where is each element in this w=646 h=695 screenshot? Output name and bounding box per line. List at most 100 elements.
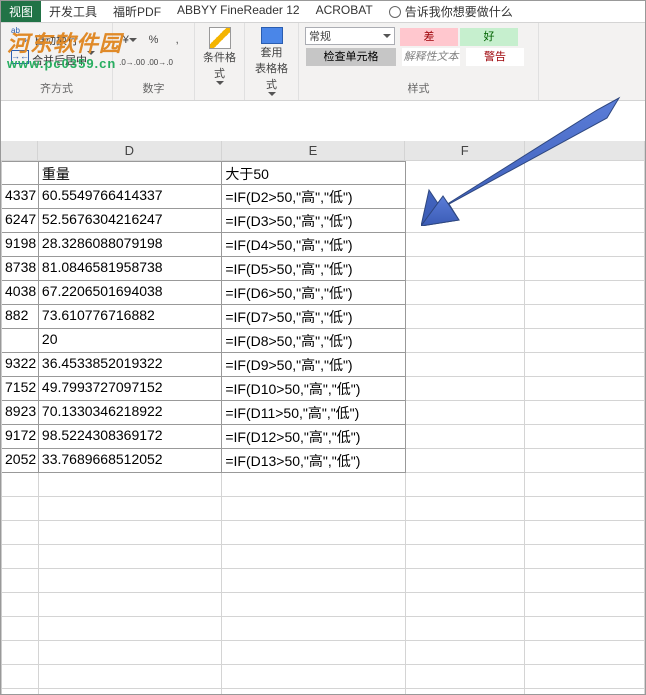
cell[interactable] xyxy=(406,641,526,665)
cell[interactable] xyxy=(406,281,526,305)
cell[interactable] xyxy=(222,521,405,545)
cell[interactable]: =IF(D5>50,"高","低") xyxy=(222,257,405,281)
cell[interactable] xyxy=(2,617,39,641)
tab-dev[interactable]: 开发工具 xyxy=(41,1,105,22)
cell[interactable] xyxy=(222,617,405,641)
col-header-d[interactable]: D xyxy=(38,141,222,160)
tell-me[interactable]: 告诉我你想要做什么 xyxy=(381,1,521,22)
cell[interactable]: =IF(D12>50,"高","低") xyxy=(222,425,405,449)
tab-abbyy[interactable]: ABBYY FineReader 12 xyxy=(169,1,308,22)
cell[interactable] xyxy=(525,233,645,257)
cell-e1[interactable]: 大于50 xyxy=(222,161,405,185)
cell[interactable] xyxy=(406,521,526,545)
cell[interactable] xyxy=(525,545,645,569)
cell[interactable] xyxy=(39,641,222,665)
cell[interactable] xyxy=(406,497,526,521)
cell[interactable] xyxy=(222,497,405,521)
cell[interactable] xyxy=(525,521,645,545)
cell[interactable] xyxy=(525,449,645,473)
cell[interactable]: =IF(D4>50,"高","低") xyxy=(222,233,405,257)
cell[interactable]: =IF(D9>50,"高","低") xyxy=(222,353,405,377)
cell[interactable] xyxy=(222,689,405,694)
col-header-e[interactable]: E xyxy=(222,141,406,160)
cell[interactable]: 882 xyxy=(2,305,39,329)
cell[interactable] xyxy=(406,353,526,377)
cell[interactable] xyxy=(406,257,526,281)
cell[interactable]: 4337 xyxy=(2,185,39,209)
cell[interactable]: 49.7993727097152 xyxy=(39,377,222,401)
cell[interactable] xyxy=(406,377,526,401)
cell[interactable] xyxy=(2,497,39,521)
cell[interactable]: =IF(D13>50,"高","低") xyxy=(222,449,405,473)
cell[interactable] xyxy=(525,305,645,329)
cell[interactable]: 73.610776716882 xyxy=(39,305,222,329)
cell[interactable] xyxy=(2,473,39,497)
style-good[interactable]: 好 xyxy=(460,28,518,46)
cell[interactable] xyxy=(2,689,39,694)
cell[interactable] xyxy=(406,233,526,257)
cell[interactable] xyxy=(525,281,645,305)
cell[interactable]: 81.0846581958738 xyxy=(39,257,222,281)
cell[interactable]: 9322 xyxy=(2,353,39,377)
cell[interactable] xyxy=(525,257,645,281)
cell[interactable]: 9198 xyxy=(2,233,39,257)
cell[interactable]: =IF(D8>50,"高","低") xyxy=(222,329,405,353)
cell[interactable] xyxy=(525,329,645,353)
col-header-c[interactable] xyxy=(1,141,38,160)
cell[interactable]: 4038 xyxy=(2,281,39,305)
currency-button[interactable]: ¥ xyxy=(119,31,141,49)
table-format-button[interactable]: 套用 表格格式 xyxy=(245,23,299,100)
cell[interactable] xyxy=(406,689,526,694)
cell[interactable]: 60.5549766414337 xyxy=(39,185,222,209)
cell[interactable] xyxy=(525,425,645,449)
cell[interactable] xyxy=(525,641,645,665)
cell[interactable] xyxy=(39,545,222,569)
tab-view[interactable]: 视图 xyxy=(1,1,41,22)
cell[interactable]: =IF(D3>50,"高","低") xyxy=(222,209,405,233)
cell[interactable] xyxy=(525,401,645,425)
cell[interactable]: =IF(D7>50,"高","低") xyxy=(222,305,405,329)
cell[interactable]: 33.7689668512052 xyxy=(39,449,222,473)
cell[interactable] xyxy=(2,545,39,569)
cell[interactable] xyxy=(525,353,645,377)
cell[interactable] xyxy=(525,593,645,617)
cell[interactable] xyxy=(222,593,405,617)
cell[interactable] xyxy=(406,401,526,425)
tab-acrobat[interactable]: ACROBAT xyxy=(308,1,381,22)
cell[interactable] xyxy=(2,665,39,689)
cell[interactable]: 9172 xyxy=(2,425,39,449)
cell[interactable] xyxy=(406,665,526,689)
cell[interactable]: 36.4533852019322 xyxy=(39,353,222,377)
cell[interactable] xyxy=(525,617,645,641)
cell[interactable] xyxy=(525,689,645,694)
comma-button[interactable]: , xyxy=(166,31,188,49)
cell[interactable] xyxy=(525,377,645,401)
cell[interactable] xyxy=(406,617,526,641)
cell[interactable] xyxy=(39,593,222,617)
cell[interactable] xyxy=(39,569,222,593)
cell[interactable]: 20 xyxy=(39,329,222,353)
decrease-decimal-button[interactable]: .00→.0 xyxy=(147,53,173,71)
cell[interactable]: 70.1330346218922 xyxy=(39,401,222,425)
cell[interactable]: 98.5224308369172 xyxy=(39,425,222,449)
cell[interactable] xyxy=(406,545,526,569)
cell[interactable] xyxy=(406,569,526,593)
cell[interactable] xyxy=(525,569,645,593)
number-format-dropdown[interactable]: 常规 xyxy=(305,27,395,45)
style-explanatory[interactable]: 解释性文本 xyxy=(402,48,460,66)
cell[interactable]: 28.3286088079198 xyxy=(39,233,222,257)
cell[interactable] xyxy=(222,665,405,689)
style-check-cell[interactable]: 检查单元格 xyxy=(306,48,396,66)
cell[interactable] xyxy=(39,617,222,641)
percent-button[interactable]: % xyxy=(143,31,165,49)
cell[interactable]: 2052 xyxy=(2,449,39,473)
cell[interactable] xyxy=(222,641,405,665)
cell[interactable]: 67.2206501694038 xyxy=(39,281,222,305)
cell[interactable] xyxy=(406,593,526,617)
cell[interactable] xyxy=(406,449,526,473)
cell[interactable] xyxy=(39,521,222,545)
cell[interactable] xyxy=(2,521,39,545)
cell[interactable] xyxy=(406,473,526,497)
cell[interactable] xyxy=(39,473,222,497)
cell[interactable]: =IF(D6>50,"高","低") xyxy=(222,281,405,305)
